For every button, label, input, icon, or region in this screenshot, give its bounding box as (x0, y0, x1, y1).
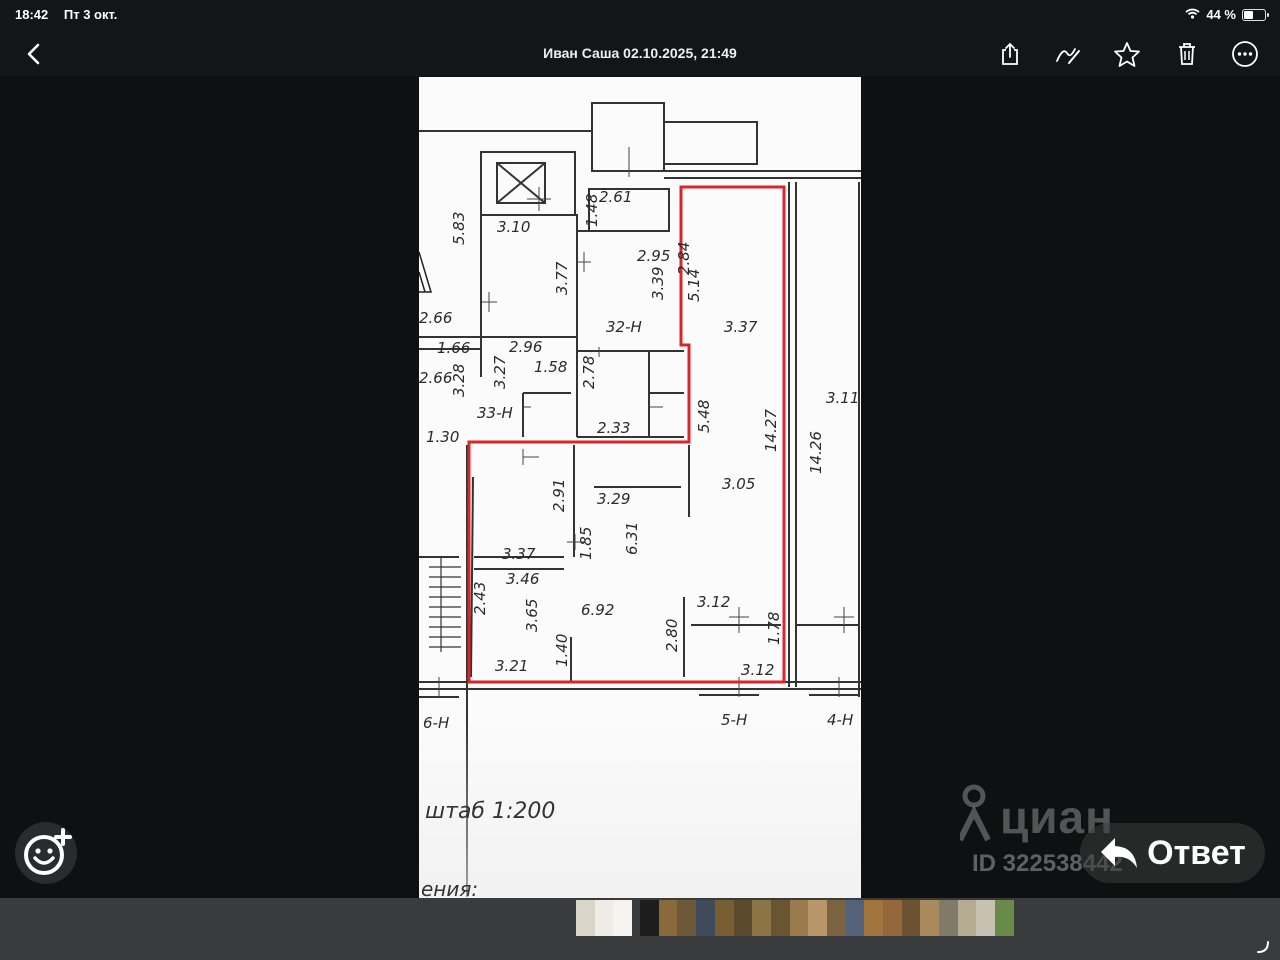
caption-partial: ения: (421, 877, 479, 898)
reply-label: Ответ (1147, 833, 1246, 872)
plan-dimension-label: 6.92 (581, 601, 614, 619)
markup-button[interactable] (1052, 38, 1084, 70)
thumbnail[interactable] (864, 900, 883, 936)
more-ellipsis-icon (1232, 41, 1258, 67)
battery-percent: 44 % (1206, 7, 1236, 22)
markup-pen-icon (1056, 48, 1080, 64)
more-button[interactable] (1229, 38, 1261, 70)
plan-dimension-label: 3.77 (553, 261, 571, 295)
thumbnail[interactable] (677, 900, 697, 936)
thumbnail[interactable] (696, 900, 715, 936)
plan-dimension-label: 3.37 (724, 318, 758, 336)
plan-dimension-label: 2.95 (637, 247, 670, 265)
favorite-button[interactable] (1111, 38, 1143, 70)
thumbnail[interactable] (995, 900, 1014, 936)
status-time: 18:42 (15, 7, 49, 22)
plan-dimension-label: 1.58 (534, 358, 567, 376)
status-bar: 18:42 Пт 3 окт. 44 % (0, 0, 1280, 30)
plan-dimension-label: 2.33 (597, 419, 630, 437)
trash-icon (1179, 43, 1195, 65)
plan-dimension-label: 2.66 (419, 309, 452, 327)
resize-corner-icon (1257, 941, 1269, 953)
plan-dimension-label: 3.11 (826, 389, 859, 407)
thumbnail[interactable] (752, 900, 771, 936)
plan-dimension-label: 1.66 (437, 339, 470, 357)
reply-arrow-icon (1101, 838, 1138, 868)
plan-dimension-label: 2.43 (471, 582, 489, 615)
thumbnail[interactable] (658, 900, 678, 936)
delete-button[interactable] (1171, 38, 1203, 70)
plan-dimension-label: 1.30 (426, 428, 459, 446)
thumbnail[interactable] (613, 900, 633, 936)
plan-dimension-label: 3.27 (491, 355, 509, 389)
thumbnail[interactable] (957, 900, 977, 936)
plan-dimension-label: 1.40 (553, 634, 571, 667)
plan-dimension-label: 2.80 (663, 619, 681, 652)
star-icon (1114, 41, 1140, 67)
nav-title: Иван Саша 02.10.2025, 21:49 (543, 45, 737, 61)
plan-dimension-label: 2.91 (550, 479, 568, 512)
plan-dimension-label: 3.39 (649, 267, 667, 300)
thumbnail[interactable] (789, 900, 809, 936)
photo-nav-bar: Иван Саша 02.10.2025, 21:49 (0, 30, 1280, 76)
thumbnail[interactable] (733, 900, 753, 936)
reply-button[interactable]: Ответ (1080, 823, 1265, 883)
plan-dimension-label: 1.85 (577, 527, 595, 560)
plan-dimension-label: 14.26 (807, 431, 825, 474)
status-date: Пт 3 окт. (63, 7, 118, 22)
plan-dimension-label: 1.78 (765, 612, 783, 645)
plan-dimension-label: 2.96 (509, 338, 542, 356)
plan-dimension-label: 2.66 (419, 369, 452, 387)
thumbnail[interactable] (901, 900, 921, 936)
thumbnail[interactable] (594, 900, 614, 936)
plan-dimension-label: 1.48 (583, 194, 601, 227)
plan-dimension-label: 2.61 (599, 188, 632, 206)
plan-dimension-label: 14.27 (762, 409, 780, 452)
plan-dimension-label: 33-H (477, 404, 513, 422)
thumbnail[interactable] (640, 900, 659, 936)
thumbnail[interactable] (939, 900, 958, 936)
plan-dimension-label: 3.21 (495, 657, 528, 675)
plan-dimension-label: 5.83 (450, 212, 468, 245)
plan-dimension-label: 6.31 (623, 522, 641, 555)
cian-pin-icon (960, 784, 991, 842)
thumbnail[interactable] (714, 900, 734, 936)
add-reaction-button[interactable] (15, 822, 77, 884)
share-icon (1002, 42, 1018, 65)
plan-dimension-label: 3.10 (497, 218, 530, 236)
plan-dimension-label: 3.46 (506, 570, 539, 588)
plan-dimension-label: 5.14 (685, 269, 703, 302)
thumbnail[interactable] (808, 900, 827, 936)
thumbnail-scrubber[interactable] (576, 900, 1014, 936)
thumbnail[interactable] (883, 900, 902, 936)
thumbnail[interactable] (770, 900, 790, 936)
plan-dimension-label: 3.37 (502, 545, 536, 563)
plan-dimension-label: 2.78 (580, 356, 598, 389)
thumbnail[interactable] (826, 900, 846, 936)
plan-dimension-label: 3.12 (697, 593, 730, 611)
plan-dimension-label: 5.48 (695, 400, 713, 433)
emoji-add-icon (24, 828, 72, 875)
floor-plan-photo[interactable]: 2.61 1.48 3.10 5.83 2.95 2.84 3.77 3.39 5.14 3.37… (419, 77, 861, 898)
plan-dimension-label: 3.28 (450, 364, 468, 397)
plan-dimension-label: 3.05 (722, 475, 755, 493)
plan-dimension-label: 3.12 (741, 661, 774, 679)
battery-icon (1242, 8, 1269, 21)
thumbnail[interactable] (976, 900, 996, 936)
thumbnail[interactable] (845, 900, 865, 936)
thumbnail[interactable] (576, 900, 595, 936)
thumbnail[interactable] (920, 900, 940, 936)
share-button[interactable] (994, 38, 1026, 70)
plan-dimension-label: 32-H (606, 318, 642, 336)
plan-dimension-label: 3.65 (523, 599, 541, 632)
plan-dimension-label: 3.29 (597, 490, 630, 508)
scale-label: штаб 1:200 (425, 799, 556, 824)
wifi-icon (1185, 7, 1200, 22)
